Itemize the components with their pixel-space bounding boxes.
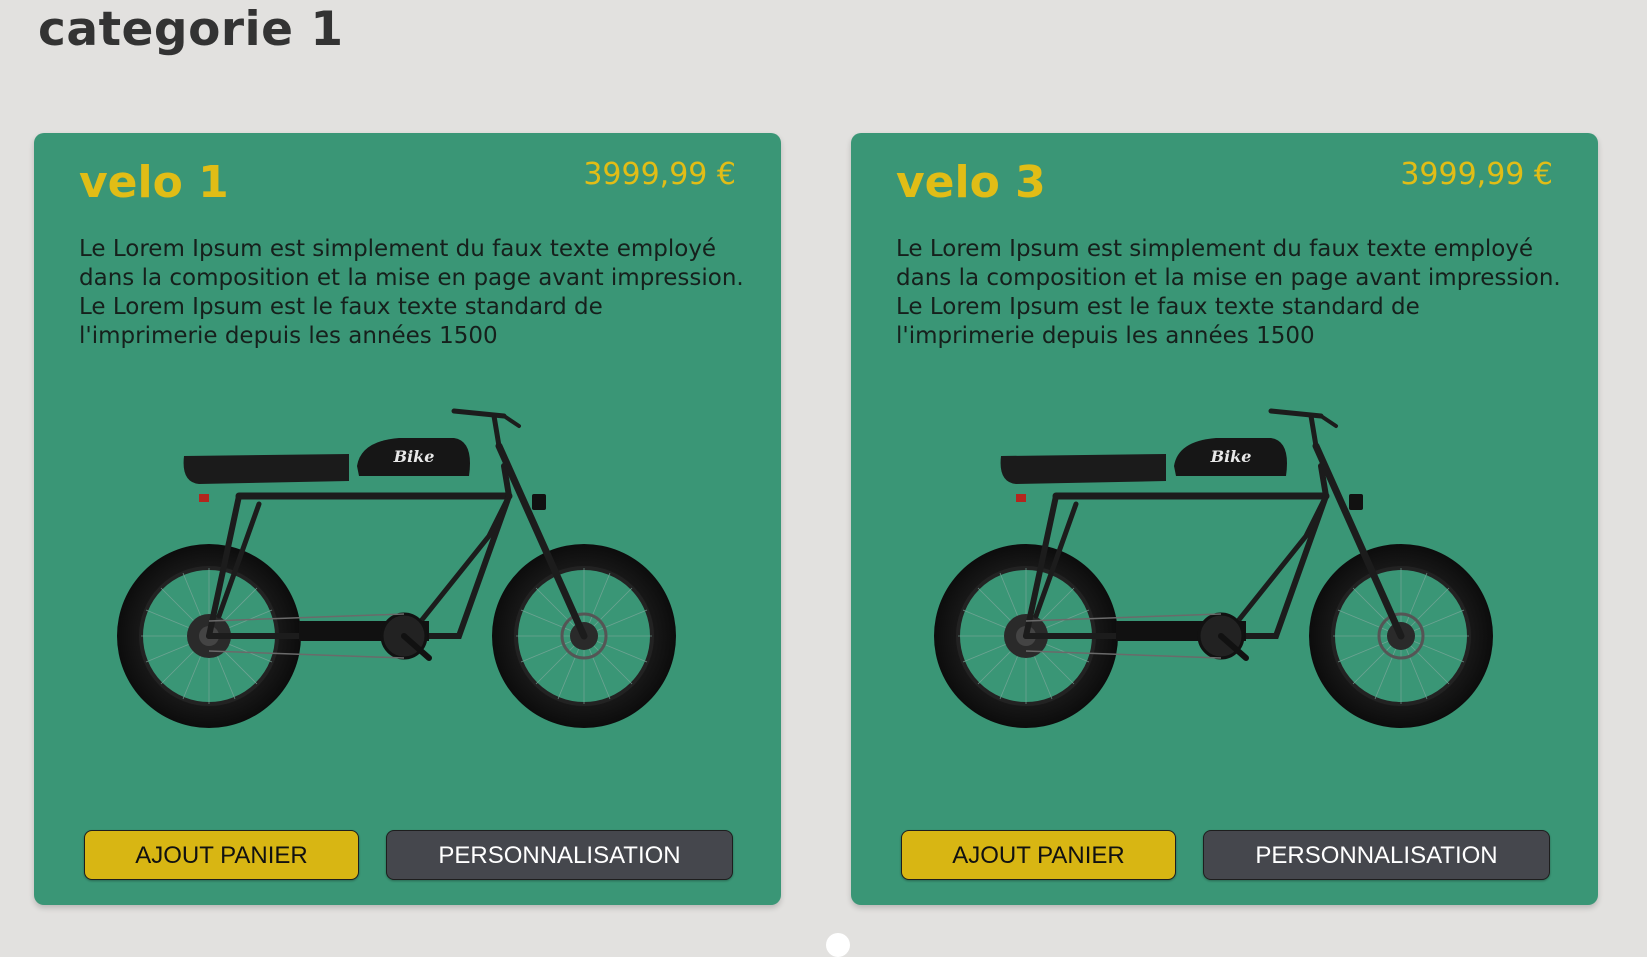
add-to-cart-button[interactable]: AJOUT PANIER [84,830,359,880]
customize-button[interactable]: PERSONNALISATION [1203,830,1550,880]
product-card: velo 3 3999,99 € Le Lorem Ipsum est simp… [851,133,1598,905]
product-price: 3999,99 € [1400,157,1553,192]
bike-seat [183,454,349,484]
bike-logo: Bike [1210,447,1252,466]
add-to-cart-button[interactable]: AJOUT PANIER [901,830,1176,880]
bike-logo: Bike [393,447,435,466]
product-image: Bike [934,408,1493,728]
product-description: Le Lorem Ipsum est simplement du faux te… [896,236,1561,349]
product-name: velo 1 [79,157,229,208]
customize-button[interactable]: PERSONNALISATION [386,830,733,880]
product-price: 3999,99 € [583,157,736,192]
carousel-indicator-dot[interactable] [826,933,850,957]
product-name: velo 3 [896,157,1046,208]
product-image: Bike [117,408,676,728]
category-title: categorie 1 [38,2,344,57]
bike-seat [1000,454,1166,484]
product-card: velo 1 3999,99 € Le Lorem Ipsum est simp… [34,133,781,905]
product-description: Le Lorem Ipsum est simplement du faux te… [79,236,744,349]
